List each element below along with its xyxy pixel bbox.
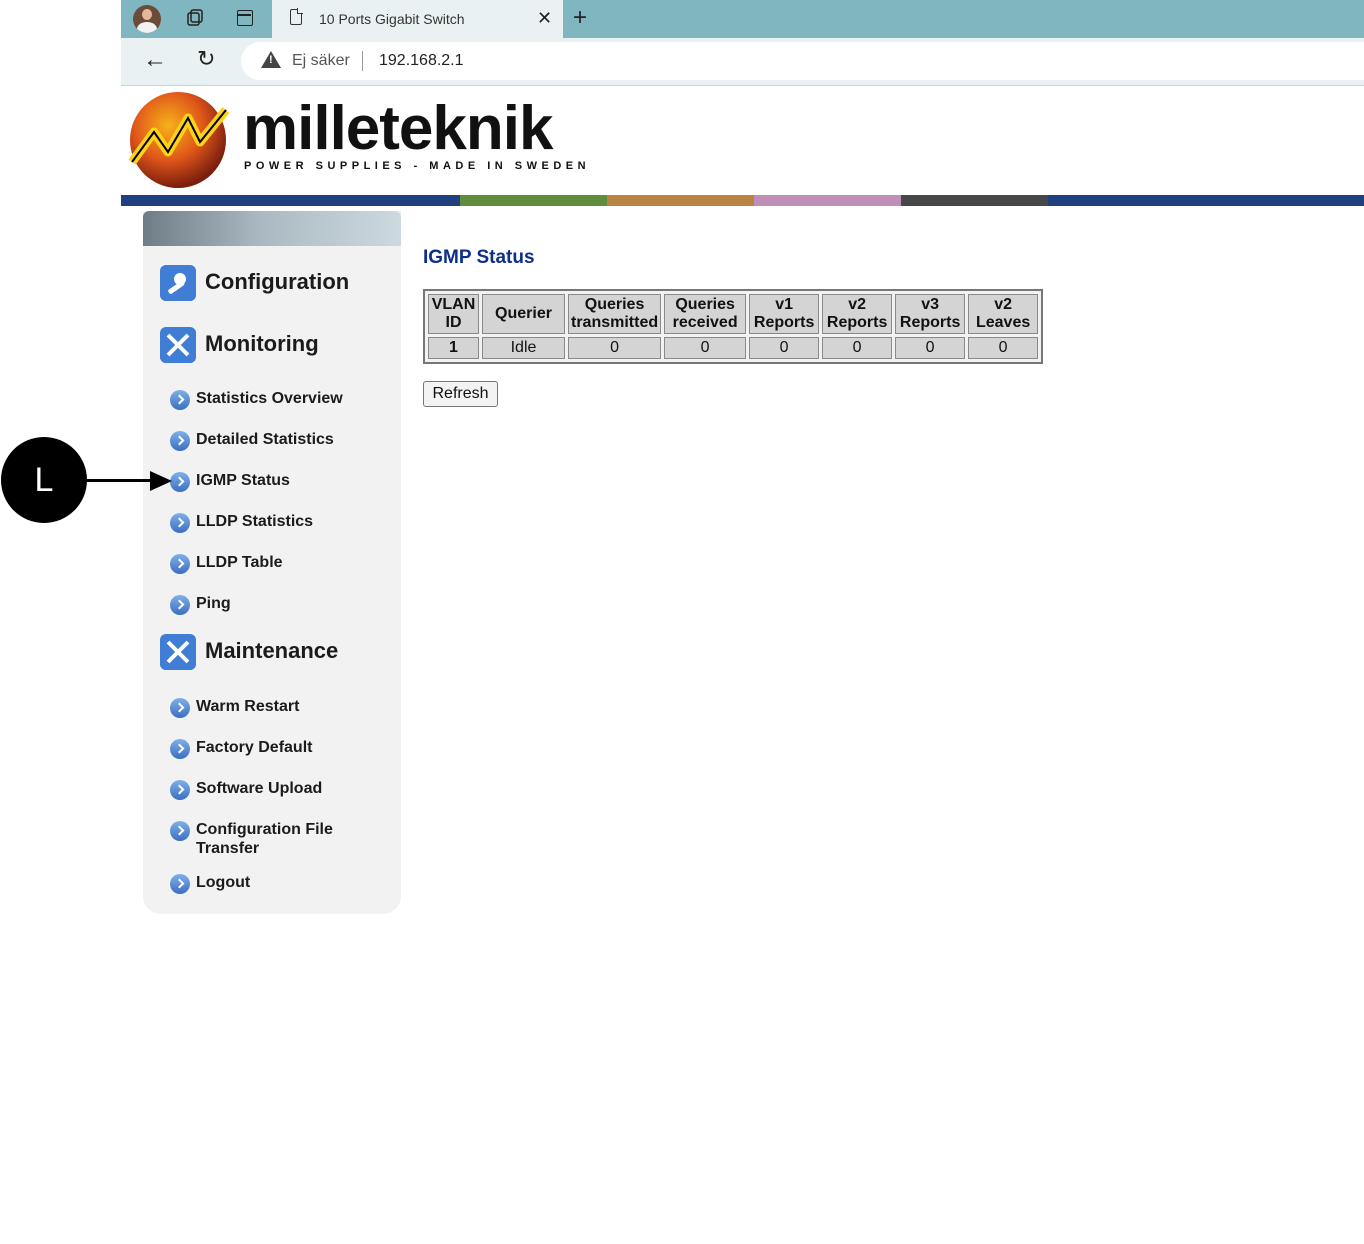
nav-label[interactable]: Detailed Statistics (196, 430, 334, 449)
collections-icon[interactable] (186, 9, 204, 27)
url-text[interactable]: 192.168.2.1 (379, 52, 464, 70)
chevron-right-icon (170, 595, 190, 615)
back-icon[interactable]: ← (143, 46, 167, 74)
divider (362, 51, 363, 71)
nav-label[interactable]: Ping (196, 594, 231, 613)
callout-badge: L (1, 437, 87, 523)
address-bar: ← ↻ Ej säker 192.168.2.1 (121, 38, 1364, 86)
maintenance-label[interactable]: Maintenance (205, 638, 338, 664)
nav-label[interactable]: Statistics Overview (196, 389, 343, 408)
configuration-icon (160, 265, 196, 301)
tab-actions-icon[interactable] (237, 10, 253, 26)
col-v2-leaves: v2 Leaves (968, 294, 1039, 334)
logo-icon (128, 92, 230, 188)
close-tab-icon[interactable]: ✕ (537, 8, 552, 29)
cell-queries-received: 0 (664, 337, 747, 359)
nav-label[interactable]: Logout (196, 873, 250, 892)
monitoring-label[interactable]: Monitoring (205, 331, 319, 357)
cell-queries-transmitted: 0 (568, 337, 662, 359)
header-line: v2 (848, 296, 867, 313)
nav-label[interactable]: Software Upload (196, 779, 322, 798)
chevron-right-icon (170, 698, 190, 718)
table-header-row: VLAN ID Querier Queries transmitted Querie… (428, 294, 1039, 334)
chevron-right-icon (170, 390, 190, 410)
cell-v2-leaves: 0 (968, 337, 1039, 359)
header-line: Querier (495, 305, 552, 322)
nav-label[interactable]: Factory Default (196, 738, 312, 757)
configuration-label[interactable]: Configuration (205, 269, 349, 295)
header-line: transmitted (571, 314, 659, 331)
header-line: ID (445, 314, 462, 331)
nav-label[interactable]: LLDP Statistics (196, 512, 313, 531)
header-line: v3 (921, 296, 940, 313)
chevron-right-icon (170, 472, 190, 492)
warning-icon[interactable] (261, 51, 281, 68)
tab-title: 10 Ports Gigabit Switch (319, 11, 465, 27)
header-line: VLAN (431, 296, 476, 313)
color-stripe (121, 195, 1364, 206)
refresh-button[interactable]: Refresh (423, 381, 498, 407)
tools-icon (160, 634, 196, 670)
chevron-right-icon (170, 874, 190, 894)
sidebar-header (143, 211, 401, 246)
col-v3-reports: v3 Reports (895, 294, 966, 334)
chevron-right-icon (170, 554, 190, 574)
page-title: IGMP Status (423, 247, 535, 268)
brand-tagline: POWER SUPPLIES - MADE IN SWEDEN (244, 160, 591, 172)
chevron-right-icon (170, 780, 190, 800)
header-line: Reports (899, 314, 961, 331)
header-line: received (672, 314, 738, 331)
security-label[interactable]: Ej säker (292, 52, 350, 70)
cell-v1-reports: 0 (749, 337, 820, 359)
col-v1-reports: v1 Reports (749, 294, 820, 334)
col-queries-received: Queries received (664, 294, 747, 334)
col-queries-transmitted: Queries transmitted (568, 294, 662, 334)
table-row: 1 Idle 0 0 0 0 0 0 (428, 337, 1039, 359)
cell-v2-reports: 0 (822, 337, 893, 359)
nav-label[interactable]: Warm Restart (196, 697, 299, 716)
active-tab[interactable]: 10 Ports Gigabit Switch ✕ (272, 0, 563, 38)
nav-label[interactable]: IGMP Status (196, 471, 290, 490)
header-line: Queries (584, 296, 645, 313)
tools-icon (160, 327, 196, 363)
col-querier: Querier (482, 294, 565, 334)
cell-v3-reports: 0 (895, 337, 966, 359)
header-line: Leaves (975, 314, 1031, 331)
header-line: Queries (675, 296, 735, 313)
chevron-right-icon (170, 821, 190, 841)
chevron-right-icon (170, 739, 190, 759)
url-input[interactable]: Ej säker 192.168.2.1 (241, 42, 1364, 80)
arrow-head-icon (150, 471, 172, 491)
nav-label[interactable]: Configuration File Transfer (196, 820, 346, 858)
col-v2-reports: v2 Reports (822, 294, 893, 334)
header-line: Reports (826, 314, 888, 331)
sidebar: Configuration Monitoring Statistics Over… (143, 211, 401, 914)
header-line: v2 (994, 296, 1013, 313)
brand-name: milleteknik (243, 94, 553, 163)
header-line: v1 (775, 296, 794, 313)
cell-vlan-id: 1 (428, 337, 479, 359)
header-line: Reports (753, 314, 815, 331)
page-icon (290, 8, 303, 25)
profile-avatar[interactable] (133, 5, 161, 33)
new-tab-icon[interactable]: + (573, 4, 587, 32)
igmp-status-table: VLAN ID Querier Queries transmitted Querie… (423, 289, 1044, 364)
nav-label[interactable]: LLDP Table (196, 553, 283, 572)
col-vlan-id: VLAN ID (428, 294, 479, 334)
chevron-right-icon (170, 431, 190, 451)
reload-icon[interactable]: ↻ (197, 46, 215, 72)
chevron-right-icon (170, 513, 190, 533)
cell-querier: Idle (482, 337, 565, 359)
